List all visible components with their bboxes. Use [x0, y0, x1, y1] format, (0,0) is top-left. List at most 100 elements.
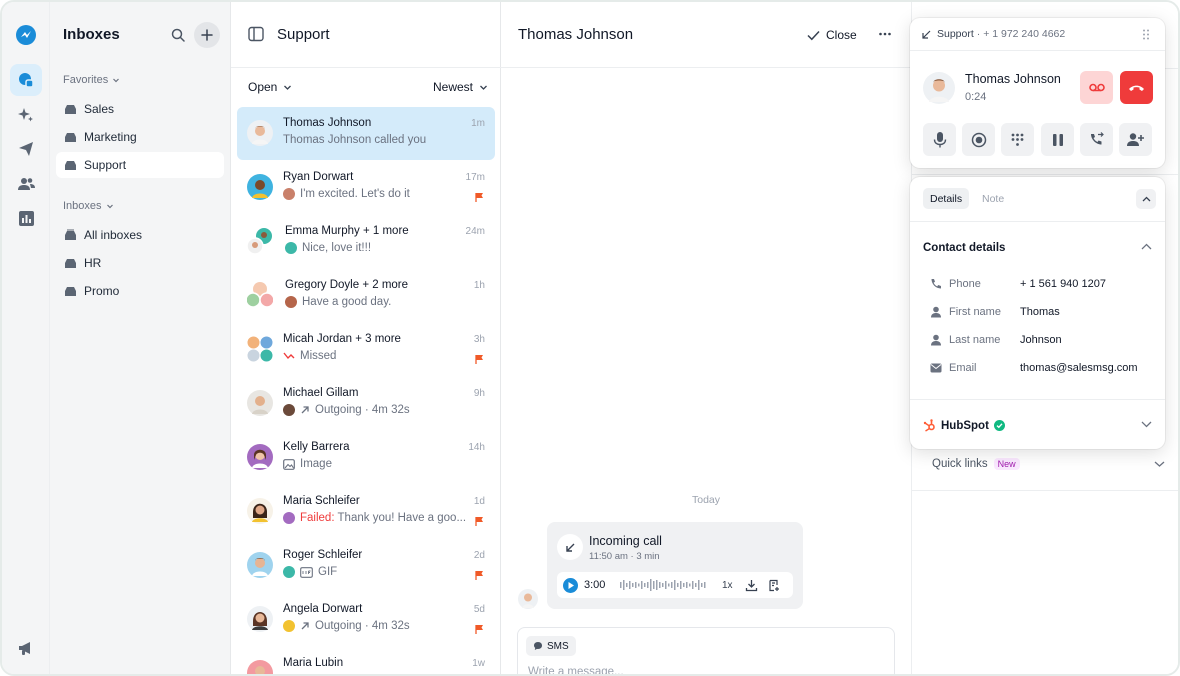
- drag-handle-icon[interactable]: [1142, 29, 1150, 40]
- call-inbox-name: Support: [937, 28, 974, 40]
- status-filter-dropdown[interactable]: Open: [248, 80, 292, 94]
- list-header: Support: [231, 2, 501, 68]
- gif-icon: [300, 566, 313, 578]
- quick-links-label: Quick links: [932, 458, 988, 470]
- keypad-button[interactable]: [1001, 123, 1034, 156]
- conversation-item[interactable]: Angela Dorwart 5d Outgoing · 4m 32s: [237, 593, 495, 646]
- avatar: [247, 120, 273, 146]
- chat-panel: Thomas Johnson Close Today Incoming call…: [501, 2, 911, 674]
- transcript-icon[interactable]: [768, 579, 781, 592]
- conversation-item[interactable]: Kelly Barrera 14h Image: [237, 431, 495, 484]
- sidebar-item-sales[interactable]: Sales: [56, 96, 224, 122]
- add-inbox-button[interactable]: [194, 22, 220, 48]
- sidebar-item-all-inboxes[interactable]: All inboxes: [56, 222, 224, 248]
- nav-rail: [2, 2, 50, 674]
- field-value[interactable]: thomas@salesmsg.com: [1020, 362, 1138, 374]
- conversation-item[interactable]: Micah Jordan + 3 more 3h Missed: [237, 323, 495, 376]
- conversation-item[interactable]: Maria Lubin 1w: [237, 647, 495, 674]
- playback-speed-button[interactable]: 1x: [722, 580, 733, 591]
- campaigns-send-icon[interactable]: [10, 133, 42, 165]
- tab-note[interactable]: Note: [975, 188, 1011, 209]
- divider: [912, 174, 1178, 175]
- collapse-panel-button[interactable]: [1136, 189, 1156, 209]
- waveform[interactable]: [620, 578, 708, 592]
- inbox-nav-icon[interactable]: [10, 64, 42, 96]
- microphone-icon: [933, 131, 946, 147]
- sidebar-item-promo[interactable]: Promo: [56, 278, 224, 304]
- search-icon[interactable]: [168, 25, 188, 45]
- more-options-icon[interactable]: [878, 27, 892, 41]
- conversation-item[interactable]: Michael Gillam 9h Outgoing · 4m 32s: [237, 377, 495, 430]
- conversation-name: Maria Schleifer: [283, 495, 360, 507]
- conversation-item[interactable]: Maria Schleifer 1d Failed: Thank you! Ha…: [237, 485, 495, 538]
- conversation-name: Kelly Barrera: [283, 441, 350, 453]
- announcements-megaphone-icon[interactable]: [10, 632, 42, 664]
- sort-dropdown[interactable]: Newest: [433, 80, 488, 94]
- call-number: · + 1 972 240 4662: [976, 28, 1066, 40]
- message-composer[interactable]: SMS Write a message...: [517, 627, 895, 674]
- flag-icon[interactable]: [475, 516, 484, 526]
- field-value[interactable]: + 1 561 940 1207: [1020, 278, 1106, 290]
- chevron-down-icon: [113, 78, 120, 83]
- inboxes-label: Inboxes: [63, 200, 102, 212]
- contacts-users-icon[interactable]: [10, 168, 42, 200]
- app-logo-icon[interactable]: [10, 19, 42, 51]
- chevron-down-icon: [480, 85, 487, 90]
- play-icon[interactable]: [563, 577, 578, 593]
- flag-icon[interactable]: [475, 192, 484, 202]
- hang-up-button[interactable]: [1120, 71, 1153, 104]
- toggle-sidebar-icon[interactable]: [248, 26, 264, 42]
- details-tabs: Details Note: [910, 177, 1165, 222]
- conversation-item[interactable]: Roger Schleifer 2d GIF: [237, 539, 495, 592]
- mute-button[interactable]: [923, 123, 956, 156]
- sidebar-item-support[interactable]: Support: [56, 152, 224, 178]
- inboxes-section-toggle[interactable]: Inboxes: [63, 200, 114, 212]
- outgoing-call-icon: [301, 622, 309, 630]
- conversation-item[interactable]: Gregory Doyle + 2 more 1h Have a good da…: [237, 269, 495, 322]
- field-value[interactable]: Thomas: [1020, 306, 1060, 318]
- field-value[interactable]: Johnson: [1020, 334, 1062, 346]
- inbox-sidebar: Inboxes Favorites Sales Marketing Suppor…: [50, 2, 231, 674]
- sidebar-item-hr[interactable]: HR: [56, 250, 224, 276]
- chevron-down-icon[interactable]: [1154, 460, 1165, 468]
- field-label: First name: [949, 306, 1001, 318]
- integration-name: HubSpot: [941, 419, 989, 432]
- conversation-preview: Thomas Johnson called you: [283, 134, 426, 146]
- reports-chart-icon[interactable]: [10, 202, 42, 234]
- contact-details-panel: Details Note Contact details Phone + 1 5…: [910, 177, 1165, 449]
- flag-icon[interactable]: [475, 354, 484, 364]
- conversation-item[interactable]: Ryan Dorwart 17m I'm excited. Let's do i…: [237, 161, 495, 214]
- conversation-time: 1w: [472, 658, 485, 669]
- conversation-item[interactable]: Thomas Johnson 1m Thomas Johnson called …: [237, 107, 495, 160]
- favorites-section-toggle[interactable]: Favorites: [63, 74, 120, 86]
- voicemail-button[interactable]: [1080, 71, 1113, 104]
- avatar: [247, 606, 273, 632]
- sidebar-item-marketing[interactable]: Marketing: [56, 124, 224, 150]
- status-filter-label: Open: [248, 80, 278, 94]
- tab-details[interactable]: Details: [923, 188, 970, 209]
- message-input[interactable]: Write a message...: [528, 666, 624, 674]
- avatar: [247, 552, 273, 578]
- preview-text: Nice, love it!!!: [302, 242, 372, 254]
- field-last-name: Last name Johnson: [930, 332, 1160, 348]
- add-participant-button[interactable]: [1119, 123, 1152, 156]
- avatar: [247, 390, 273, 416]
- close-conversation-button[interactable]: Close: [807, 28, 857, 42]
- conversation-item[interactable]: Emma Murphy + 1 more 24m Nice, love it!!…: [237, 215, 495, 268]
- incoming-call-card: Incoming call 11:50 am · 3 min 3:00 1x: [547, 522, 803, 609]
- ai-sparkle-icon[interactable]: [10, 99, 42, 131]
- record-button[interactable]: [962, 123, 995, 156]
- flag-icon[interactable]: [475, 570, 484, 580]
- field-email: Email thomas@salesmsg.com: [930, 360, 1160, 376]
- chevron-up-icon[interactable]: [1141, 243, 1152, 250]
- download-icon[interactable]: [745, 579, 758, 592]
- conversation-name: Micah Jordan + 3 more: [283, 333, 401, 345]
- flag-icon[interactable]: [475, 624, 484, 634]
- channel-selector[interactable]: SMS: [526, 636, 576, 656]
- quick-links-section[interactable]: Quick links New: [932, 458, 1020, 470]
- chat-bubble-icon: [534, 642, 542, 650]
- hold-button[interactable]: [1041, 123, 1074, 156]
- hubspot-integration-section[interactable]: HubSpot: [923, 419, 1005, 432]
- transfer-call-button[interactable]: [1080, 123, 1113, 156]
- chevron-down-icon[interactable]: [1141, 421, 1152, 428]
